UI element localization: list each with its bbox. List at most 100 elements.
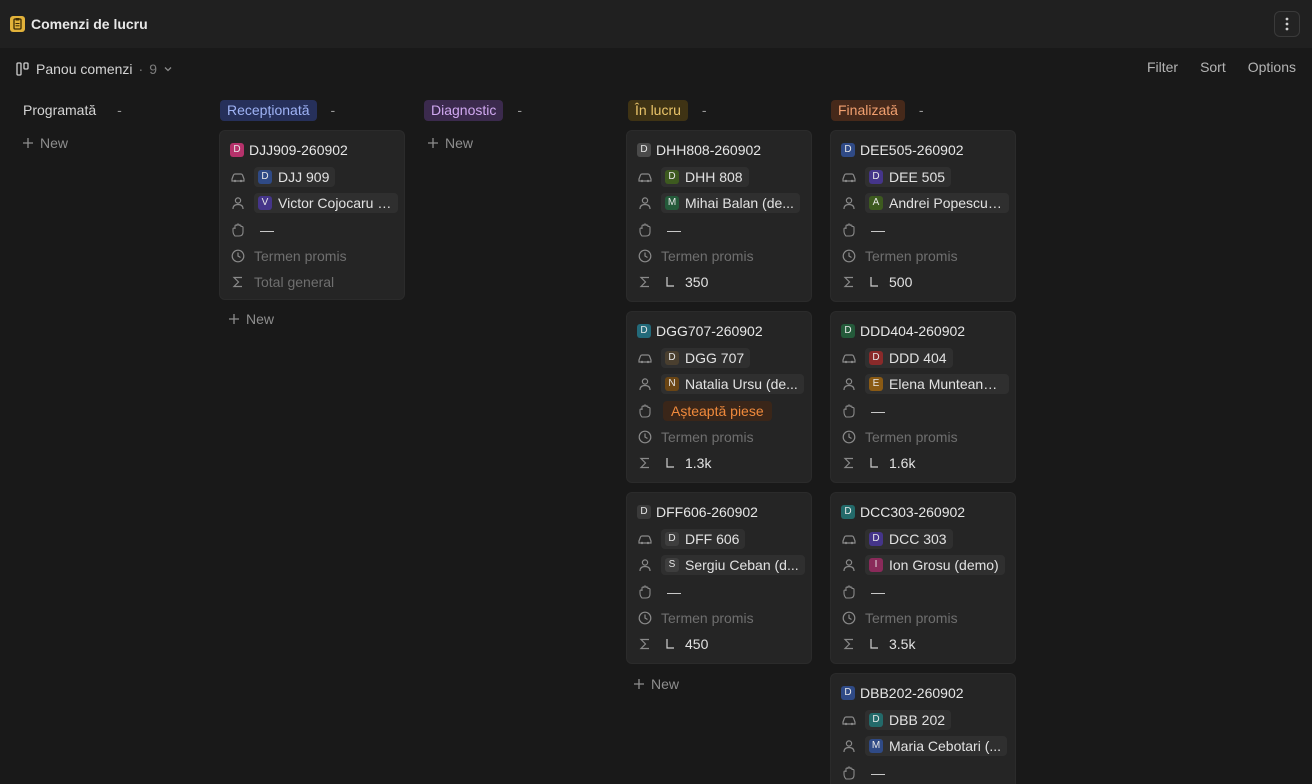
client-chip[interactable]: E Elena Munteanu ... [865, 374, 1009, 394]
id-letter: D [841, 505, 855, 519]
plus-icon [633, 678, 645, 690]
status-value: — [667, 584, 681, 600]
work-order-card[interactable]: D DBB202-260902 D DBB 202 M Maria Cebota… [830, 673, 1016, 784]
vehicle-property: D DCC 303 [841, 528, 1011, 550]
work-order-card[interactable]: D DJJ909-260902 D DJJ 909 V Victor Cojoc… [219, 130, 405, 300]
vehicle-chip[interactable]: D DJJ 909 [254, 167, 336, 187]
clipboard-icon [10, 16, 25, 32]
hand-icon [637, 584, 653, 600]
filter-button[interactable]: Filter [1147, 59, 1178, 79]
status-property: — [230, 219, 400, 241]
sort-button[interactable]: Sort [1200, 59, 1226, 79]
client-letter: A [869, 196, 883, 210]
new-card-button[interactable]: New [629, 673, 816, 695]
car-icon [841, 712, 857, 728]
total-property: Total general [230, 271, 400, 293]
card-title: D DFF606-260902 [637, 503, 758, 521]
client-chip[interactable]: I Ion Grosu (demo) [865, 555, 1005, 575]
vehicle-plate: DFF 606 [685, 531, 740, 547]
client-letter: M [665, 196, 679, 210]
work-order-card[interactable]: D DDD404-260902 D DDD 404 E Elena Muntea… [830, 311, 1016, 483]
status-property: — [841, 400, 1011, 422]
app-title: Comenzi de lucru [10, 14, 148, 34]
client-chip[interactable]: A Andrei Popescu (... [865, 193, 1009, 213]
column-programata: Programată - New [18, 98, 208, 154]
card-title: D DHH808-260902 [637, 141, 761, 159]
column-title: Programată [23, 101, 97, 118]
card-title: D DGG707-260902 [637, 322, 763, 340]
total-property: 3.5k [841, 633, 1011, 655]
car-icon [841, 350, 857, 366]
work-order-card[interactable]: D DHH808-260902 D DHH 808 M Mihai Balan … [626, 130, 812, 302]
person-icon [841, 738, 857, 754]
total-amount: 3.5k [889, 636, 916, 652]
order-id: DCC303-260902 [860, 504, 966, 520]
vehicle-property: D DEE 505 [841, 166, 1011, 188]
work-order-card[interactable]: D DGG707-260902 D DGG 707 N Natalia Ursu… [626, 311, 812, 483]
clock-icon [637, 429, 653, 445]
status-property: Așteaptă piese [637, 400, 807, 422]
hand-icon [230, 222, 246, 238]
options-button[interactable]: Options [1248, 59, 1296, 79]
more-options-button[interactable] [1274, 11, 1300, 37]
column-header: În lucru - [626, 98, 816, 122]
deadline-placeholder: Termen promis [661, 248, 754, 264]
car-icon [230, 169, 246, 185]
total-property: 450 [637, 633, 807, 655]
work-order-card[interactable]: D DEE505-260902 D DEE 505 A Andrei Popes… [830, 130, 1016, 302]
new-card-button[interactable]: New [18, 132, 208, 154]
column-title: Finalizată [831, 99, 905, 121]
column-header: Finalizată - [830, 98, 1020, 122]
card-title: D DDD404-260902 [841, 322, 965, 340]
client-chip[interactable]: M Maria Cebotari (... [865, 736, 1008, 756]
id-letter: D [637, 505, 651, 519]
vehicle-chip[interactable]: D DHH 808 [661, 167, 749, 187]
vehicle-plate: DCC 303 [889, 531, 947, 547]
vehicle-property: D DFF 606 [637, 528, 807, 550]
client-name: Natalia Ursu (de... [685, 376, 798, 392]
client-letter: V [258, 196, 272, 210]
work-order-card[interactable]: D DFF606-260902 D DFF 606 S Sergiu Ceban… [626, 492, 812, 664]
client-property: V Victor Cojocaru (... [230, 192, 400, 214]
id-letter: D [841, 143, 855, 157]
sigma-icon [841, 636, 857, 652]
vehicle-chip[interactable]: D DCC 303 [865, 529, 953, 549]
card-title: D DEE505-260902 [841, 141, 964, 159]
work-order-card[interactable]: D DCC303-260902 D DCC 303 I Ion Grosu (d… [830, 492, 1016, 664]
vehicle-plate: DDD 404 [889, 350, 947, 366]
card-title: D DBB202-260902 [841, 684, 964, 702]
hand-icon [841, 222, 857, 238]
client-chip[interactable]: N Natalia Ursu (de... [661, 374, 804, 394]
vehicle-chip[interactable]: D DBB 202 [865, 710, 952, 730]
cards-list: D DJJ909-260902 D DJJ 909 V Victor Cojoc… [219, 130, 409, 308]
vehicle-plate: DEE 505 [889, 169, 946, 185]
client-chip[interactable]: V Victor Cojocaru (... [254, 193, 398, 213]
status-value: — [871, 403, 885, 419]
new-card-button[interactable]: New [224, 308, 409, 330]
new-card-button[interactable]: New [423, 132, 613, 154]
vehicle-property: D DHH 808 [637, 166, 807, 188]
sigma-icon [637, 636, 653, 652]
card-title: D DCC303-260902 [841, 503, 965, 521]
view-selector[interactable]: Panou comenzi · 9 [16, 59, 173, 79]
vehicle-chip[interactable]: D DEE 505 [865, 167, 952, 187]
vehicle-chip[interactable]: D DDD 404 [865, 348, 953, 368]
client-chip[interactable]: S Sergiu Ceban (d... [661, 555, 805, 575]
client-chip[interactable]: M Mihai Balan (de... [661, 193, 800, 213]
status-value: — [871, 222, 885, 238]
deadline-property: Termen promis [637, 426, 807, 448]
total-property: 1.6k [841, 452, 1011, 474]
column-title: În lucru [628, 99, 688, 121]
status-property: — [841, 219, 1011, 241]
order-id: DBB202-260902 [860, 685, 964, 701]
id-letter: D [841, 686, 855, 700]
total-value: 1.3k [665, 455, 711, 471]
status-badge[interactable]: Așteaptă piese [663, 401, 772, 421]
person-icon [841, 195, 857, 211]
plus-icon [22, 137, 34, 149]
order-id: DDD404-260902 [860, 323, 966, 339]
card-title: D DJJ909-260902 [230, 141, 348, 159]
column-header: Recepționată - [219, 98, 409, 122]
vehicle-chip[interactable]: D DFF 606 [661, 529, 746, 549]
vehicle-chip[interactable]: D DGG 707 [661, 348, 751, 368]
